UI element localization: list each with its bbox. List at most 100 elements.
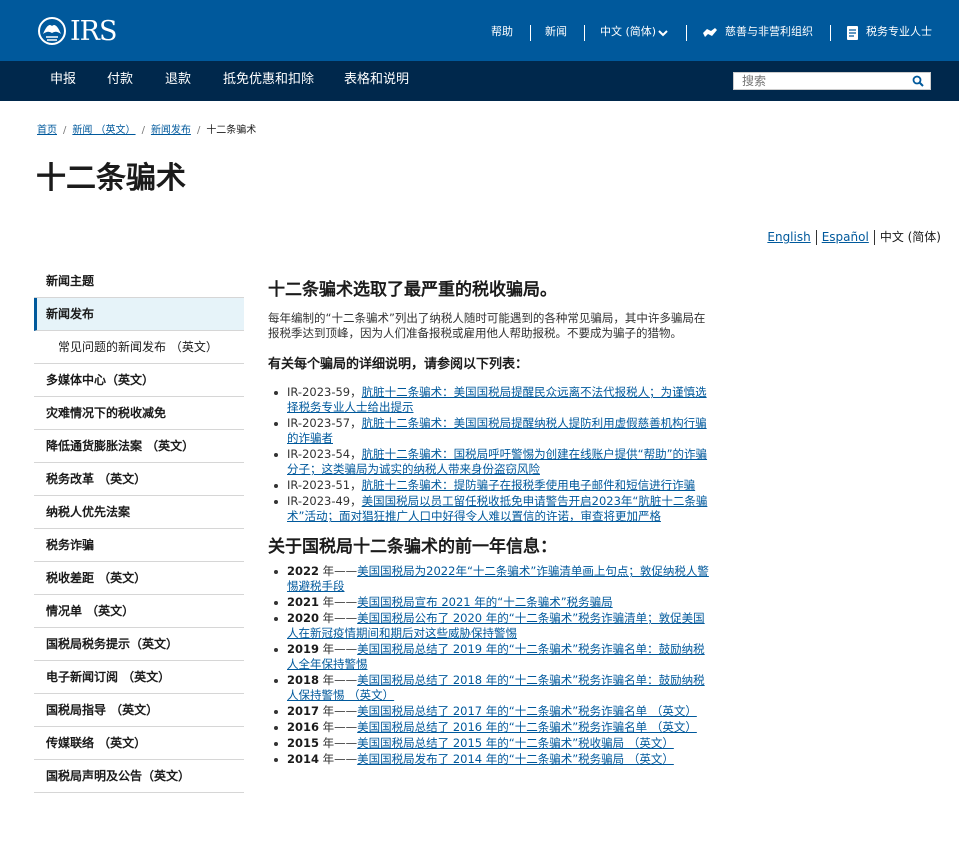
year-suffix: 年——	[319, 611, 358, 625]
sidebar-item-media-contacts[interactable]: 传媒联络 （英文）	[34, 727, 244, 760]
util-divider	[830, 25, 831, 41]
list-item: 2019 年——美国国税局总结了 2019 年的“十二条骗术”税务诈骗名单：鼓励…	[268, 642, 713, 672]
tax-pros-link[interactable]: 税务专业人士	[866, 24, 932, 40]
list-item: 2015 年——美国国税局总结了 2015 年的“十二条骗术”税收骗局 （英文）	[268, 736, 713, 751]
year-label: 2015	[287, 736, 320, 750]
help-link[interactable]: 帮助	[491, 24, 513, 40]
year-label: 2014	[287, 752, 320, 766]
main-content: 十二条骗术选取了最严重的税收骗局。 每年编制的“十二条骗术”列出了纳税人随时可能…	[268, 278, 713, 768]
charities-link[interactable]: 慈善与非营利组织	[725, 24, 813, 40]
list-item: 2017 年——美国国税局总结了 2017 年的“十二条骗术”税务诈骗名单 （英…	[268, 704, 713, 719]
list-item: IR-2023-59，肮脏十二条骗术：美国国税局提醒民众远离不法代报税人；为谨慎…	[268, 385, 713, 415]
nav-forms-instructions[interactable]: 表格和说明	[344, 71, 409, 89]
list-item: IR-2023-51，肮脏十二条骗术：提防骗子在报税季使用电子邮件和短信进行诈骗	[268, 478, 713, 493]
breadcrumb-separator: /	[196, 125, 201, 136]
sidebar-item-tax-tips[interactable]: 国税局税务提示（英文）	[34, 628, 244, 661]
year-suffix: 年——	[319, 673, 358, 687]
sidebar-item-statements[interactable]: 国税局声明及公告（英文）	[34, 760, 244, 793]
list-item: IR-2023-49，美国国税局以员工留任税收抵免申请警告开启2023年“肮脏十…	[268, 494, 713, 524]
top-header: IRS 帮助 新闻 中文 (简体) 慈善与非营利组织 税务专业人士	[0, 0, 959, 61]
release-link[interactable]: 肮脏十二条骗术：提防骗子在报税季使用电子邮件和短信进行诈骗	[362, 478, 696, 492]
util-divider	[686, 25, 687, 41]
breadcrumb-news[interactable]: 新闻 （英文）	[72, 125, 135, 136]
sidebar-item-taxpayer-first[interactable]: 纳税人优先法案	[34, 496, 244, 529]
sidebar-item-tax-gap[interactable]: 税收差距 （英文）	[34, 562, 244, 595]
language-dropdown[interactable]: 中文 (简体)	[600, 24, 656, 40]
breadcrumb-news-releases[interactable]: 新闻发布	[151, 125, 191, 136]
sidebar-item-tax-scams[interactable]: 税务诈骗	[34, 529, 244, 562]
news-link[interactable]: 新闻	[545, 24, 567, 40]
year-label: 2020	[287, 611, 320, 625]
list-item: IR-2023-57，肮脏十二条骗术：美国国税局提醒纳税人提防利用虚假慈善机构行…	[268, 416, 713, 446]
prior-years-list: 2022 年——美国国税局为2022年“十二条骗术”诈骗清单画上句点；敦促纳税人…	[268, 564, 713, 767]
breadcrumb-home[interactable]: 首页	[37, 125, 57, 136]
util-divider	[584, 25, 585, 41]
year-suffix: 年——	[319, 752, 358, 766]
release-id: IR-2023-49，	[287, 494, 362, 508]
year-suffix: 年——	[319, 595, 358, 609]
page-title: 十二条骗术	[36, 161, 186, 196]
search-input[interactable]	[734, 73, 904, 89]
sidebar-item-inflation-reduction[interactable]: 降低通货膨胀法案 （英文）	[34, 430, 244, 463]
releases-list: IR-2023-59，肮脏十二条骗术：美国国税局提醒民众远离不法代报税人；为谨慎…	[268, 385, 713, 524]
nav-credits-deductions[interactable]: 抵免优惠和扣除	[223, 71, 314, 89]
search-icon[interactable]	[912, 75, 924, 87]
logo-text: IRS	[70, 15, 117, 47]
search-box	[733, 72, 931, 90]
nav-refunds[interactable]: 退款	[165, 71, 191, 89]
year-suffix: 年——	[319, 736, 358, 750]
handshake-icon	[703, 28, 717, 37]
sidebar-item-news-topics[interactable]: 新闻主题	[34, 265, 244, 298]
list-item: 2016 年——美国国税局总结了 2016 年的“十二条骗术”税务诈骗名单 （英…	[268, 720, 713, 735]
intro-paragraph: 每年编制的“十二条骗术”列出了纳税人随时可能遇到的各种常见骗局，其中许多骗局在报…	[268, 311, 706, 340]
lang-english[interactable]: English	[767, 230, 810, 244]
language-switcher: English Español 中文 (简体)	[767, 229, 941, 245]
breadcrumb-separator: /	[63, 125, 67, 136]
lang-chinese-current: 中文 (简体)	[879, 230, 941, 244]
year-link[interactable]: 美国国税局发布了 2014 年的“十二条骗术”税务骗局 （英文）	[357, 752, 674, 766]
release-id: IR-2023-57，	[287, 416, 362, 430]
document-icon	[847, 26, 858, 40]
sidebar-item-news-releases[interactable]: 新闻发布	[34, 298, 244, 331]
sidebar-nav: 新闻主题 新闻发布 常见问题的新闻发布 （英文） 多媒体中心（英文） 灾难情况下…	[34, 265, 244, 793]
sidebar-item-tax-reform[interactable]: 税务改革 （英文）	[34, 463, 244, 496]
year-suffix: 年——	[319, 642, 358, 656]
irs-logo[interactable]: IRS	[36, 15, 117, 47]
year-label: 2021	[287, 595, 320, 609]
year-suffix: 年——	[319, 720, 358, 734]
list-heading: 有关每个骗局的详细说明，请参阅以下列表：	[268, 357, 529, 372]
nav-pay[interactable]: 付款	[107, 71, 133, 89]
sidebar-item-disaster-relief[interactable]: 灾难情况下的税收减免	[34, 397, 244, 430]
release-id: IR-2023-54，	[287, 447, 362, 461]
sidebar-item-multimedia[interactable]: 多媒体中心（英文）	[34, 364, 244, 397]
year-suffix: 年——	[319, 564, 358, 578]
chevron-down-icon	[658, 30, 668, 37]
list-item: 2021 年——美国国税局宣布 2021 年的“十二条骗术”税务骗局	[268, 595, 713, 610]
year-link[interactable]: 美国国税局总结了 2017 年的“十二条骗术”税务诈骗名单 （英文）	[357, 704, 697, 718]
sidebar-item-fact-sheets[interactable]: 情况单 （英文）	[34, 595, 244, 628]
lang-divider	[815, 230, 817, 245]
breadcrumb: 首页 / 新闻 （英文） / 新闻发布 / 十二条骗术	[37, 124, 256, 138]
sidebar-item-faq-releases[interactable]: 常见问题的新闻发布 （英文）	[34, 331, 244, 364]
list-item: IR-2023-54，肮脏十二条骗术：国税局呼吁警惕为创建在线账户提供“帮助”的…	[268, 447, 713, 477]
util-divider	[530, 25, 531, 41]
prior-years-heading: 关于国税局十二条骗术的前一年信息：	[268, 537, 557, 557]
list-item: 2014 年——美国国税局发布了 2014 年的“十二条骗术”税务骗局 （英文）	[268, 752, 713, 767]
list-item: 2022 年——美国国税局为2022年“十二条骗术”诈骗清单画上句点；敦促纳税人…	[268, 564, 713, 594]
year-label: 2019	[287, 642, 320, 656]
year-label: 2018	[287, 673, 320, 687]
nav-file[interactable]: 申报	[50, 71, 76, 89]
lang-spanish[interactable]: Español	[822, 230, 869, 244]
sidebar-item-enews[interactable]: 电子新闻订阅 （英文）	[34, 661, 244, 694]
sidebar-item-guidance[interactable]: 国税局指导 （英文）	[34, 694, 244, 727]
year-label: 2017	[287, 704, 320, 718]
year-link[interactable]: 美国国税局宣布 2021 年的“十二条骗术”税务骗局	[357, 595, 613, 609]
list-item: 2018 年——美国国税局总结了 2018 年的“十二条骗术”税务诈骗名单：鼓励…	[268, 673, 713, 703]
year-label: 2022	[287, 564, 320, 578]
lang-divider	[873, 230, 875, 245]
breadcrumb-current: 十二条骗术	[206, 125, 257, 136]
release-id: IR-2023-51，	[287, 478, 362, 492]
year-link[interactable]: 美国国税局总结了 2015 年的“十二条骗术”税收骗局 （英文）	[357, 736, 674, 750]
year-link[interactable]: 美国国税局总结了 2016 年的“十二条骗术”税务诈骗名单 （英文）	[357, 720, 697, 734]
year-label: 2016	[287, 720, 320, 734]
